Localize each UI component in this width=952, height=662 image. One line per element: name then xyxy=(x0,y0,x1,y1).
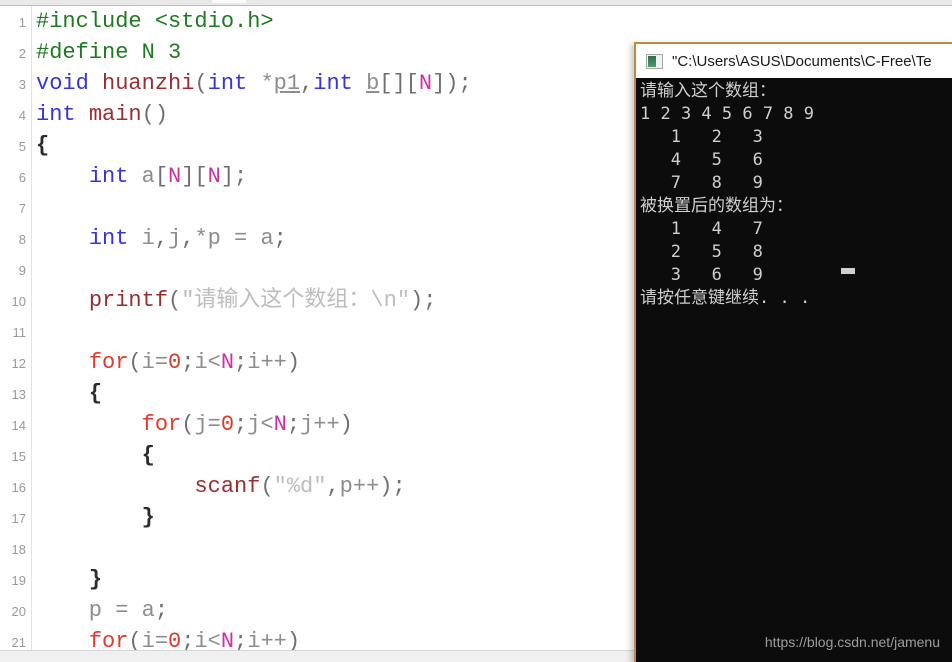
line-content: int main() xyxy=(36,102,169,127)
console-line: 1 4 7 xyxy=(640,219,763,239)
line-number: 3 xyxy=(18,77,26,92)
line-number: 18 xyxy=(11,542,26,557)
line-number: 12 xyxy=(11,356,26,371)
console-line: 1 2 3 xyxy=(640,127,763,147)
console-cursor xyxy=(841,268,855,274)
line-number: 10 xyxy=(11,294,26,309)
console-window-icon xyxy=(646,53,663,69)
line-content: #define N 3 xyxy=(36,40,182,65)
line-number: 21 xyxy=(11,635,26,650)
console-line: 7 8 9 xyxy=(640,173,763,193)
line-number: 13 xyxy=(11,387,26,402)
editor-bottom-strip xyxy=(0,650,634,662)
console-titlebar[interactable]: "C:\Users\ASUS\Documents\C-Free\Te xyxy=(636,44,952,78)
line-number: 9 xyxy=(18,263,26,278)
console-output-area[interactable]: 请输入这个数组： 1 2 3 4 5 6 7 8 9 1 2 3 4 5 6 7… xyxy=(636,78,952,662)
line-number: 19 xyxy=(11,573,26,588)
line-content: #include <stdio.h> xyxy=(36,9,274,34)
line-content: printf("请输入这个数组：\n"); xyxy=(88,288,437,313)
line-number: 7 xyxy=(18,201,26,216)
watermark-text: https://blog.csdn.net/jamenu xyxy=(764,634,940,650)
line-number: 14 xyxy=(11,418,26,433)
line-content: int a[N][N]; xyxy=(88,164,248,189)
line-content: for(j=0;j<N;j++) xyxy=(141,412,353,437)
console-line: 4 5 6 xyxy=(640,150,763,170)
line-content: { xyxy=(141,443,155,468)
line-content: } xyxy=(88,567,103,592)
console-window[interactable]: "C:\Users\ASUS\Documents\C-Free\Te 请输入这个… xyxy=(634,42,952,662)
line-content: scanf("%d",p++); xyxy=(194,474,406,499)
line-number: 6 xyxy=(18,170,26,185)
console-line: 2 5 8 xyxy=(640,242,763,262)
line-number: 15 xyxy=(11,449,26,464)
console-line: 3 6 9 xyxy=(640,265,763,285)
line-content: { xyxy=(88,381,103,406)
console-line: 1 2 3 4 5 6 7 8 9 xyxy=(640,104,814,124)
code-line[interactable]: 1 #include <stdio.h> xyxy=(0,6,952,37)
line-number: 8 xyxy=(18,232,26,247)
screenshot-root: 1 #include <stdio.h> 2 #define N 3 3 voi… xyxy=(0,0,952,662)
line-content: } xyxy=(141,505,155,530)
line-content: for(i=0;i<N;i++) xyxy=(88,350,301,375)
line-content: p = a; xyxy=(36,598,169,623)
console-title: "C:\Users\ASUS\Documents\C-Free\Te xyxy=(672,52,932,70)
toolbar-notch xyxy=(212,0,246,3)
line-number: 4 xyxy=(18,108,26,123)
line-content: int i,j,*p = a; xyxy=(88,226,287,251)
line-number: 17 xyxy=(11,511,26,526)
line-number: 20 xyxy=(11,604,26,619)
line-number: 5 xyxy=(18,139,26,154)
console-line: 请按任意键继续. . . xyxy=(640,288,811,308)
line-number: 1 xyxy=(18,15,26,30)
line-content: void huanzhi(int *p1,int b[][N]); xyxy=(36,71,472,96)
line-content: { xyxy=(36,133,50,158)
line-number: 11 xyxy=(12,325,27,340)
console-line: 请输入这个数组： xyxy=(640,81,776,101)
line-number: 16 xyxy=(11,480,26,495)
console-line: 被换置后的数组为： xyxy=(640,196,793,216)
line-content: for(i=0;i<N;i++) xyxy=(88,629,301,650)
line-number: 2 xyxy=(18,46,26,61)
